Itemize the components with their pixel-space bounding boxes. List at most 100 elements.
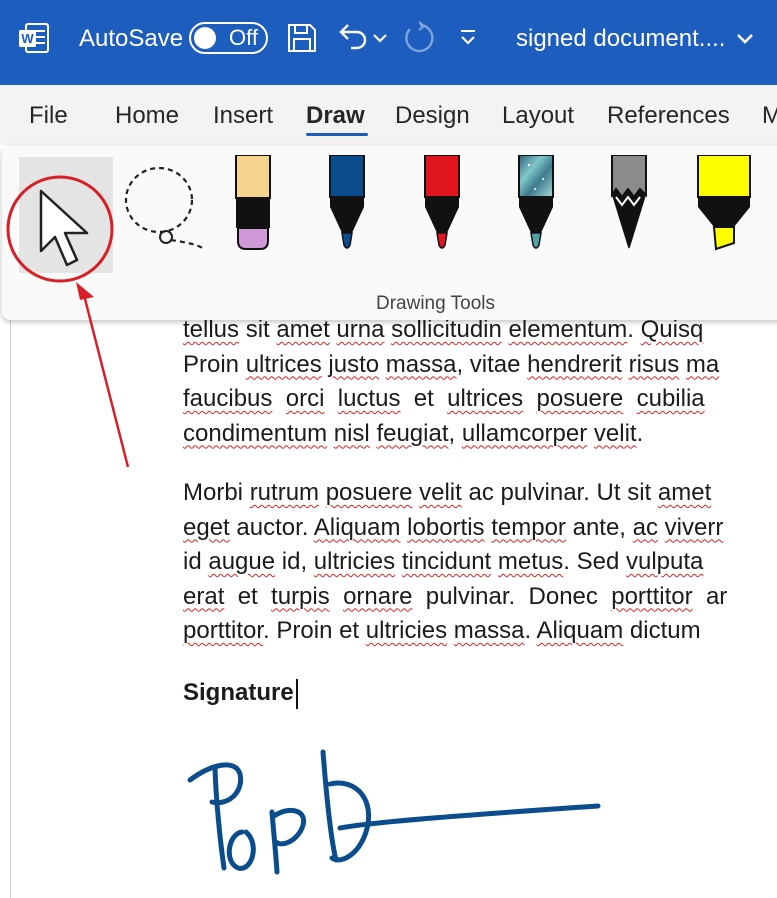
text-line: porttitor. Proin et ultricies massa. Ali…: [183, 614, 727, 649]
spellcheck-word: metus: [497, 548, 564, 575]
select-tool[interactable]: [19, 157, 113, 273]
text-run: [319, 479, 326, 506]
text-line: Morbi rutrum posuere velit ac pulvinar. …: [183, 476, 727, 511]
lasso-icon[interactable]: [121, 160, 211, 255]
save-icon[interactable]: [286, 22, 318, 54]
text-run: et: [400, 385, 448, 412]
text-run: .: [524, 617, 537, 644]
spellcheck-word: ornare: [343, 582, 413, 610]
ribbon-tabs: File Home Insert Draw Design Layout Refe…: [0, 85, 777, 145]
text-run: auctor.: [229, 513, 314, 541]
tab-draw[interactable]: Draw: [306, 101, 365, 131]
text-line: id augue id, ultricies tincidunt metus. …: [183, 545, 727, 580]
spellcheck-word: orci: [285, 385, 325, 412]
text-run: id: [183, 548, 209, 575]
spellcheck-word: cubilia: [636, 385, 705, 412]
chevron-down-icon[interactable]: [372, 32, 388, 44]
spellcheck-word: sollicitudin: [391, 316, 502, 343]
text-line: faucibus orci luctus et ultrices posuere…: [183, 382, 719, 417]
spellcheck-word: elementum: [508, 316, 628, 343]
customize-toolbar-icon[interactable]: [458, 28, 478, 48]
text-run: id,: [275, 548, 314, 575]
spellcheck-word: urna: [336, 316, 385, 343]
spellcheck-word: ullamcorper: [461, 419, 588, 447]
spellcheck-word: velit: [593, 419, 637, 447]
autosave-toggle[interactable]: Off: [189, 22, 268, 54]
text-run: Proin: [183, 350, 246, 378]
spellcheck-word: velit: [419, 479, 462, 506]
word-icon[interactable]: W: [18, 22, 50, 54]
spellcheck-word: turpis: [271, 582, 330, 610]
spellcheck-word: condimentum: [183, 419, 328, 447]
spellcheck-word: massa: [385, 350, 457, 378]
text-cursor: [296, 679, 298, 709]
ribbon-group-caption: Drawing Tools: [376, 293, 495, 314]
spellcheck-word: eget: [183, 513, 230, 541]
spellcheck-word: ac: [632, 513, 658, 541]
text-run: ante,: [565, 513, 633, 541]
undo-icon[interactable]: [335, 20, 369, 54]
pen-blue[interactable]: [326, 155, 368, 251]
highlighter-yellow[interactable]: [694, 155, 754, 251]
spellcheck-word: luctus: [337, 385, 401, 412]
chevron-down-icon[interactable]: [735, 32, 755, 46]
spellcheck-word: nisl: [333, 419, 370, 447]
tab-design[interactable]: Design: [395, 101, 470, 131]
spellcheck-word: Aliquam: [313, 513, 401, 541]
document-title[interactable]: signed document....: [516, 24, 725, 54]
spellcheck-word: posuere: [325, 479, 413, 506]
text-run: [272, 385, 285, 412]
spellcheck-word: faucibus: [183, 385, 273, 412]
spellcheck-word: tellus: [183, 316, 240, 343]
tab-more[interactable]: M: [762, 101, 777, 131]
text-run: ac pulvinar. Ut sit: [461, 479, 658, 506]
text-run: pulvinar. Donec: [412, 582, 612, 610]
redo-icon[interactable]: [402, 21, 436, 55]
tab-file[interactable]: File: [29, 101, 68, 131]
text-run: , vitae: [456, 350, 528, 378]
spellcheck-word: ultricies: [365, 617, 448, 644]
pen-lavender[interactable]: [232, 155, 274, 251]
text-run: [622, 351, 629, 378]
spellcheck-word: ultrices: [447, 385, 524, 412]
spellcheck-word: ultricies: [313, 548, 396, 575]
tab-insert[interactable]: Insert: [213, 101, 273, 131]
pen-galaxy[interactable]: [515, 155, 557, 251]
tab-layout[interactable]: Layout: [502, 101, 574, 131]
text-run: [658, 514, 665, 541]
tab-references[interactable]: References: [607, 101, 730, 131]
pen-red[interactable]: [421, 155, 463, 251]
active-tab-indicator: [306, 133, 368, 136]
spellcheck-word: ultrices: [245, 350, 322, 378]
text-line: Proin ultrices justo massa, vitae hendre…: [183, 348, 719, 383]
pencil-gray[interactable]: [608, 155, 650, 251]
spellcheck-word: feugiat: [376, 419, 449, 447]
spellcheck-word: augue: [208, 548, 276, 575]
spellcheck-word: justo: [328, 350, 380, 378]
paragraph-1[interactable]: tellus sit amet urna sollicitudin elemen…: [183, 313, 719, 451]
text-run: [623, 385, 636, 412]
text-run: et: [224, 582, 272, 610]
spellcheck-word: massa: [453, 617, 525, 644]
autosave-label: AutoSave: [79, 25, 184, 52]
paragraph-2[interactable]: Morbi rutrum posuere velit ac pulvinar. …: [183, 476, 727, 649]
text-run: [447, 617, 454, 644]
toggle-knob: [194, 27, 216, 49]
text-run: . Proin et: [263, 617, 366, 644]
spellcheck-word: viverr: [664, 513, 724, 541]
text-run: [327, 420, 334, 447]
text-line: condimentum nisl feugiat, ullamcorper ve…: [183, 417, 719, 452]
spellcheck-word: tempor: [491, 513, 566, 541]
text-run: ar: [692, 582, 728, 610]
text-line: erat et turpis ornare pulvinar. Donec po…: [183, 580, 727, 615]
signature-label[interactable]: Signature: [183, 677, 294, 709]
arrow-pointer-icon: [39, 189, 89, 267]
spellcheck-word: amet: [657, 479, 712, 506]
tab-home[interactable]: Home: [115, 101, 179, 131]
spellcheck-word: vulputa: [625, 548, 704, 575]
spellcheck-word: rutrum: [249, 479, 320, 506]
text-run: .: [636, 419, 644, 447]
spellcheck-word: Aliquam: [536, 617, 624, 644]
text-run: [679, 351, 686, 378]
spellcheck-word: lobortis: [407, 513, 485, 541]
